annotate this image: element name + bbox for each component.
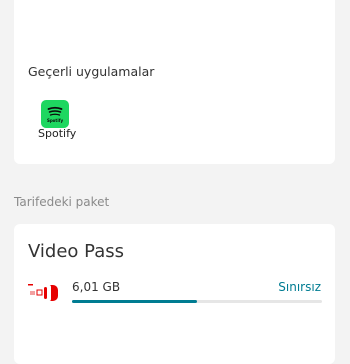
- usage-progress-fill: [72, 300, 197, 303]
- usage-limit: Sınırsız: [278, 280, 321, 294]
- package-name: Video Pass: [28, 241, 124, 262]
- tariff-package-section-title: Tarifedeki paket: [14, 195, 110, 209]
- applicable-apps-card: Geçerli uygulamalar Spotify Spotify: [14, 0, 335, 164]
- usage-progress-bar: [72, 300, 322, 303]
- package-card[interactable]: Video Pass 6,01 GB Sınırsız: [14, 224, 335, 364]
- applicable-apps-title: Geçerli uygulamalar: [28, 64, 155, 79]
- app-tile-spotify[interactable]: Spotify Spotify: [36, 100, 80, 150]
- spotify-icon-caption: Spotify: [46, 118, 64, 123]
- app-label-spotify: Spotify: [38, 127, 77, 140]
- usage-amount: 6,01 GB: [72, 280, 121, 294]
- spotify-icon: Spotify: [41, 100, 69, 128]
- video-pass-icon: [28, 282, 58, 302]
